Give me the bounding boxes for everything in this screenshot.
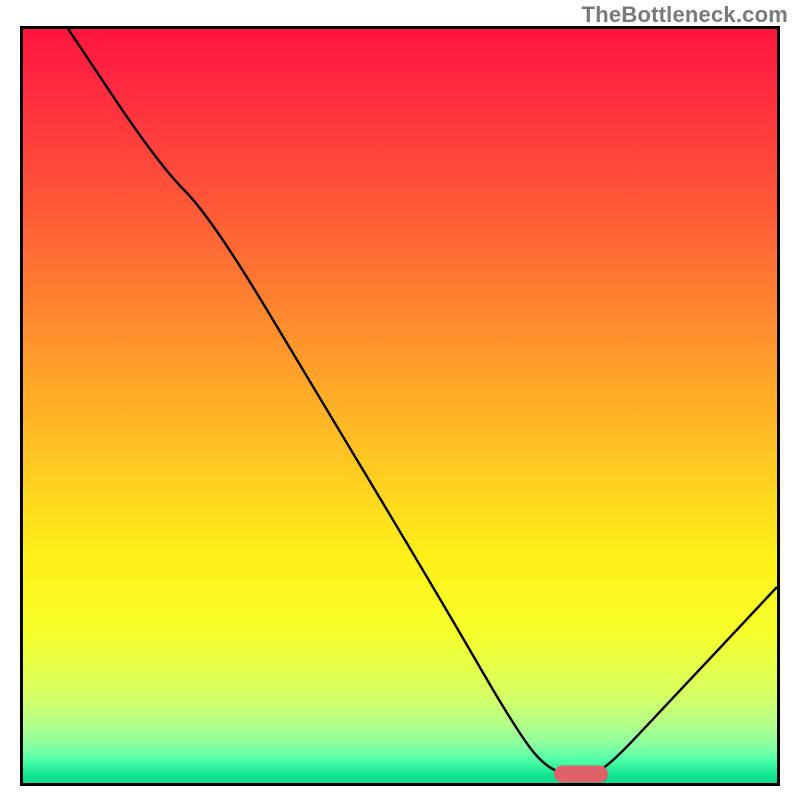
- watermark-text: TheBottleneck.com: [582, 2, 788, 28]
- bottleneck-curve: [23, 29, 777, 783]
- minimum-marker: [554, 765, 608, 782]
- curve-path: [68, 29, 777, 775]
- chart-frame: TheBottleneck.com: [0, 0, 800, 800]
- plot-area: [20, 26, 780, 786]
